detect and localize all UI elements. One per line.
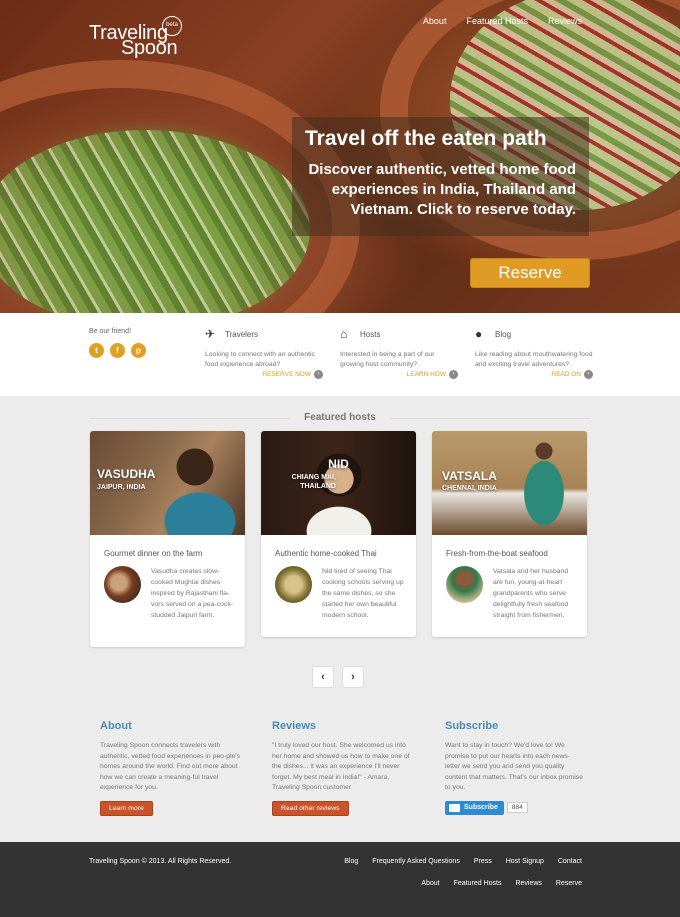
hosts-column: ⌂ Hosts Interested in being a part of ou…	[340, 326, 458, 379]
copyright: Traveling Spoon © 2013. All Rights Reser…	[89, 858, 232, 865]
nav-featured-hosts[interactable]: Featured Hosts	[466, 16, 528, 26]
info-strip: Be our friend! t f p ✈ Travelers Looking…	[0, 313, 680, 396]
subscribe-title: Subscribe	[445, 720, 499, 732]
footer-link-reserve[interactable]: Reserve	[556, 880, 582, 887]
host-headline: Authentic home-cooked Thai	[275, 549, 377, 558]
host-headline: Fresh-from-the-boat seafood	[446, 549, 548, 558]
about-text: Traveling Spoon connects travelers with …	[100, 742, 240, 791]
be-our-friend-label: Be our friend!	[89, 328, 132, 335]
nav-reviews[interactable]: Reviews	[548, 16, 582, 26]
hero-text-box: Travel off the eaten path Discover authe…	[292, 117, 589, 236]
learn-how-label: LEARN HOW	[406, 371, 446, 378]
footer-link-faq[interactable]: Frequently Asked Questions	[372, 858, 460, 865]
pinterest-icon[interactable]: p	[131, 343, 146, 358]
reviews-title: Reviews	[272, 720, 317, 732]
twitter-icon[interactable]: t	[89, 343, 104, 358]
travelers-title: Travelers	[225, 329, 259, 339]
read-on-label: READ ON	[551, 371, 581, 378]
host-name: NID	[328, 457, 349, 471]
about-section: About Traveling Spoon connects travelers…	[100, 720, 240, 816]
host-location: JAIPUR, INDIA	[97, 484, 146, 491]
hero-banner: Traveling Spoon beta About Featured Host…	[0, 0, 680, 313]
host-description: Vasudha creates slow-cooked Mughlai dish…	[151, 568, 233, 619]
facebook-icon[interactable]: f	[110, 343, 125, 358]
previous-button[interactable]: ‹	[312, 666, 334, 688]
review-quote: "I truly loved our host. She welcomed us…	[272, 742, 410, 791]
read-on-link[interactable]: READ ON ›	[475, 370, 593, 379]
host-location: CHENNAI, INDIA	[442, 485, 497, 492]
dish-thumbnail	[104, 566, 141, 603]
blog-title: Blog	[495, 329, 512, 339]
host-headline: Gourmet dinner on the farm	[104, 549, 203, 558]
reserve-button[interactable]: Reserve	[470, 258, 590, 288]
airplane-icon: ✈	[205, 327, 216, 341]
logo-line2: Spoon	[121, 37, 178, 59]
hosts-title: Hosts	[360, 329, 381, 339]
blog-column: ● Blog Like reading about mouthwatering …	[475, 326, 593, 379]
hosts-desc: Interested in being a part of our growin…	[340, 351, 435, 368]
reviews-section: Reviews "I truly loved our host. She wel…	[272, 720, 412, 816]
host-card-nid[interactable]: NID CHIANG MAI, THAILAND Authentic home-…	[261, 431, 416, 637]
chevron-left-icon: ‹	[321, 671, 325, 683]
subscriber-count: 884	[506, 802, 528, 813]
chevron-right-icon: ›	[449, 370, 458, 379]
subscribe-button-label: Subscribe	[464, 804, 498, 811]
host-name: VASUDHA	[97, 467, 156, 481]
footer-nav-secondary: About Featured Hosts Reviews Reserve	[421, 880, 582, 887]
host-photo: VATSALA CHENNAI, INDIA	[432, 431, 587, 535]
house-icon: ⌂	[340, 327, 348, 341]
envelope-icon	[449, 803, 460, 812]
subscribe-button[interactable]: Subscribe	[445, 800, 504, 815]
chevron-right-icon: ›	[314, 370, 323, 379]
host-description: Nid tired of seeing Thai cooking schools…	[322, 568, 404, 619]
footer-link-reviews[interactable]: Reviews	[515, 880, 541, 887]
about-title: About	[100, 720, 132, 732]
top-nav: About Featured Hosts Reviews	[423, 16, 582, 26]
reserve-now-label: RESERVE NOW	[262, 371, 311, 378]
footer-link-host-signup[interactable]: Host Signup	[506, 858, 544, 865]
next-button[interactable]: ›	[342, 666, 364, 688]
host-photo: VASUDHA JAIPUR, INDIA	[90, 431, 245, 535]
read-other-reviews-button[interactable]: Read other reviews	[272, 800, 349, 816]
footer-link-contact[interactable]: Contact	[558, 858, 582, 865]
footer-link-about[interactable]: About	[421, 880, 439, 887]
host-card-vatsala[interactable]: VATSALA CHENNAI, INDIA Fresh-from-the-bo…	[432, 431, 587, 637]
host-location: CHIANG MAI, THAILAND	[291, 474, 336, 490]
footer-link-featured-hosts[interactable]: Featured Hosts	[454, 880, 502, 887]
host-thumbnail	[446, 566, 483, 603]
blog-desc: Like reading about mouthwatering food an…	[475, 351, 593, 368]
learn-how-link[interactable]: LEARN HOW ›	[340, 370, 458, 379]
travelers-column: ✈ Travelers Looking to connect with an a…	[205, 326, 323, 379]
host-photo: NID CHIANG MAI, THAILAND	[261, 431, 416, 535]
nav-about[interactable]: About	[423, 16, 447, 26]
dish-thumbnail	[275, 566, 312, 603]
social-links: t f p	[89, 343, 146, 358]
travelers-desc: Looking to connect with an authentic foo…	[205, 351, 315, 368]
footer-link-blog[interactable]: Blog	[344, 858, 358, 865]
subscribe-section: Subscribe Want to stay in touch? We'd lo…	[445, 720, 585, 815]
footer-nav-primary: Blog Frequently Asked Questions Press Ho…	[344, 858, 582, 865]
beta-badge: beta	[162, 16, 182, 36]
chevron-right-icon: ›	[584, 370, 593, 379]
chevron-right-icon: ›	[351, 671, 355, 683]
featured-hosts-title: Featured hosts	[304, 412, 376, 423]
footer: Traveling Spoon © 2013. All Rights Reser…	[0, 842, 680, 917]
host-card-vasudha[interactable]: VASUDHA JAIPUR, INDIA Gourmet dinner on …	[90, 431, 245, 647]
host-name: VATSALA	[442, 469, 497, 483]
reserve-now-link[interactable]: RESERVE NOW ›	[205, 370, 323, 379]
host-description: Vatsala and her husband are fun, young-a…	[493, 568, 569, 619]
speech-bubble-icon: ●	[475, 327, 483, 341]
hero-title: Travel off the eaten path	[305, 127, 547, 150]
hero-subtitle: Discover authentic, vetted home food exp…	[308, 161, 576, 218]
subscribe-text: Want to stay in touch? We'd love to! We …	[445, 742, 583, 791]
footer-link-press[interactable]: Press	[474, 858, 492, 865]
learn-more-button[interactable]: Learn more	[100, 800, 153, 816]
